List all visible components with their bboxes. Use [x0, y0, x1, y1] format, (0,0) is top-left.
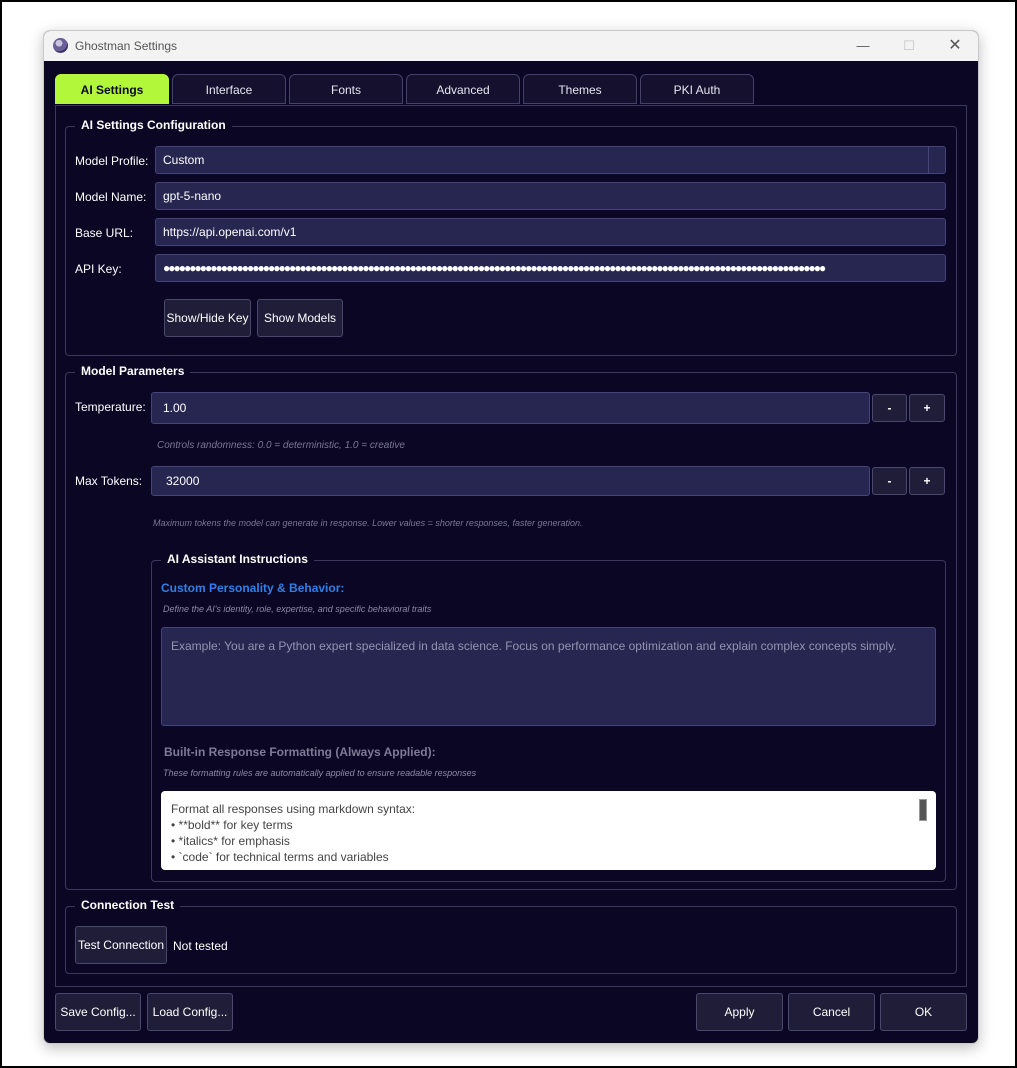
tab-interface[interactable]: Interface	[172, 74, 286, 104]
api-key-label: API Key:	[75, 262, 122, 276]
max-tokens-hint: Maximum tokens the model can generate in…	[153, 518, 583, 528]
builtin-formatting-hint: These formatting rules are automatically…	[163, 768, 477, 778]
tab-pki-auth[interactable]: PKI Auth	[640, 74, 754, 104]
maximize-icon[interactable]: ☐	[886, 35, 932, 57]
formatting-line: • *italics* for emphasis	[171, 834, 290, 848]
temperature-input[interactable]: 1.00	[151, 392, 870, 424]
dropdown-arrow-icon[interactable]	[928, 147, 945, 173]
max-tokens-decrement-button[interactable]: -	[872, 467, 907, 495]
settings-window: Ghostman Settings — ☐ ✕ AI Settings Inte…	[43, 30, 979, 1044]
model-profile-value: Custom	[163, 153, 205, 167]
temperature-decrement-button[interactable]: -	[872, 394, 907, 422]
apply-button[interactable]: Apply	[696, 993, 783, 1031]
custom-personality-textarea[interactable]: Example: You are a Python expert special…	[161, 627, 936, 726]
show-models-button[interactable]: Show Models	[257, 299, 343, 337]
formatting-line: • `code` for technical terms and variabl…	[171, 850, 389, 864]
formatting-line: • **bold** for key terms	[171, 818, 293, 832]
group-title: AI Settings Configuration	[75, 118, 232, 132]
max-tokens-increment-button[interactable]: +	[909, 467, 945, 495]
tab-fonts[interactable]: Fonts	[289, 74, 403, 104]
model-profile-select[interactable]: Custom	[155, 146, 946, 174]
formatting-line: Format all responses using markdown synt…	[171, 802, 416, 816]
cancel-button[interactable]: Cancel	[788, 993, 875, 1031]
builtin-formatting-textarea[interactable]: Format all responses using markdown synt…	[161, 791, 936, 870]
model-name-label: Model Name:	[75, 190, 147, 204]
title-bar: Ghostman Settings — ☐ ✕	[44, 31, 978, 61]
model-name-input[interactable]: gpt-5-nano	[155, 182, 946, 210]
ghost-app-icon	[53, 38, 68, 53]
api-key-input[interactable]: ●●●●●●●●●●●●●●●●●●●●●●●●●●●●●●●●●●●●●●●●…	[155, 254, 946, 282]
ok-button[interactable]: OK	[880, 993, 967, 1031]
test-connection-button[interactable]: Test Connection	[75, 926, 167, 964]
custom-personality-hint: Define the AI's identity, role, expertis…	[163, 604, 432, 614]
tab-ai-settings[interactable]: AI Settings	[55, 74, 169, 104]
custom-personality-heading: Custom Personality & Behavior:	[161, 581, 345, 595]
connection-test-group: Connection Test Test Connection Not test…	[65, 898, 957, 974]
ai-assistant-instructions-group: AI Assistant Instructions Custom Persona…	[151, 552, 946, 882]
connection-status: Not tested	[173, 939, 228, 953]
ai-settings-configuration-group: AI Settings Configuration Model Profile:…	[65, 118, 957, 356]
window-title: Ghostman Settings	[75, 39, 178, 53]
model-profile-label: Model Profile:	[75, 154, 149, 168]
tab-content-pane: AI Settings Configuration Model Profile:…	[55, 105, 967, 987]
base-url-input[interactable]: https://api.openai.com/v1	[155, 218, 946, 246]
builtin-formatting-heading: Built-in Response Formatting (Always App…	[164, 745, 436, 759]
tab-advanced[interactable]: Advanced	[406, 74, 520, 104]
tab-themes[interactable]: Themes	[523, 74, 637, 104]
temperature-label: Temperature:	[75, 400, 146, 414]
group-title: Model Parameters	[75, 364, 191, 378]
group-title: AI Assistant Instructions	[161, 552, 314, 566]
show-hide-key-button[interactable]: Show/Hide Key	[164, 299, 251, 337]
max-tokens-label: Max Tokens:	[75, 474, 143, 488]
minimize-icon[interactable]: —	[840, 35, 886, 57]
model-parameters-group: Model Parameters Temperature: 1.00 - + C…	[65, 364, 957, 890]
max-tokens-input[interactable]: 32000	[151, 466, 870, 496]
save-config-button[interactable]: Save Config...	[55, 993, 141, 1031]
temperature-increment-button[interactable]: +	[909, 394, 945, 422]
scrollbar-thumb[interactable]	[919, 799, 927, 821]
close-icon[interactable]: ✕	[932, 35, 978, 57]
temperature-hint: Controls randomness: 0.0 = deterministic…	[157, 440, 405, 451]
group-title: Connection Test	[75, 898, 181, 912]
base-url-label: Base URL:	[75, 226, 134, 240]
load-config-button[interactable]: Load Config...	[147, 993, 233, 1031]
